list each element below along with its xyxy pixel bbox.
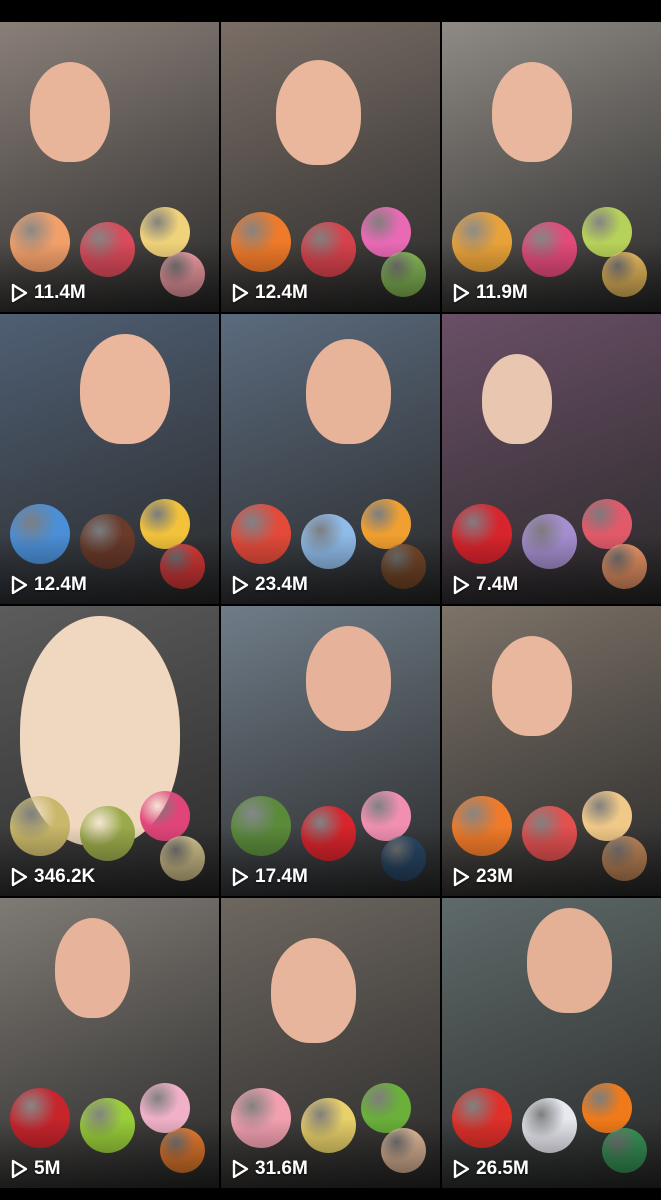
play-icon	[10, 867, 28, 887]
thumbnail-person	[276, 60, 361, 165]
view-count-label: 346.2K	[34, 866, 96, 887]
play-icon	[452, 575, 470, 595]
play-icon	[452, 283, 470, 303]
view-count: 346.2K	[10, 866, 95, 888]
video-tile[interactable]: 11.4M	[0, 22, 219, 312]
play-icon	[231, 1159, 249, 1179]
view-count: 12.4M	[10, 574, 87, 596]
view-count-label: 7.4M	[476, 574, 519, 595]
video-tile[interactable]: 26.5M	[442, 898, 661, 1188]
play-icon	[10, 1159, 28, 1179]
thumbnail-person	[55, 918, 130, 1018]
play-icon	[231, 283, 249, 303]
view-count: 31.6M	[231, 1158, 308, 1180]
video-tile[interactable]: 7.4M	[442, 314, 661, 604]
view-count: 5M	[10, 1158, 60, 1180]
video-tile[interactable]: 346.2K	[0, 606, 219, 896]
play-icon	[452, 1159, 470, 1179]
view-count: 23.4M	[231, 574, 308, 596]
thumbnail-person	[271, 938, 356, 1043]
view-count-label: 11.9M	[476, 282, 528, 303]
thumbnail-person	[306, 626, 391, 731]
view-count: 12.4M	[231, 282, 308, 304]
view-count: 17.4M	[231, 866, 308, 888]
thumbnail-person	[492, 62, 572, 162]
view-count-label: 31.6M	[255, 1158, 308, 1179]
video-tile[interactable]: 11.9M	[442, 22, 661, 312]
thumbnail-person	[482, 354, 552, 444]
view-count-label: 26.5M	[476, 1158, 529, 1179]
view-count: 11.9M	[452, 282, 528, 304]
view-count-label: 12.4M	[255, 282, 308, 303]
thumbnail-person	[80, 334, 170, 444]
thumbnail-person	[492, 636, 572, 736]
video-tile[interactable]: 23M	[442, 606, 661, 896]
top-bar	[0, 0, 661, 22]
thumbnail-person	[527, 908, 612, 1013]
video-tile[interactable]: 5M	[0, 898, 219, 1188]
view-count-label: 17.4M	[255, 866, 308, 887]
view-count-label: 23M	[476, 866, 513, 887]
thumbnail-person	[306, 339, 391, 444]
play-icon	[231, 575, 249, 595]
video-tile[interactable]: 17.4M	[221, 606, 440, 896]
video-tile[interactable]: 12.4M	[0, 314, 219, 604]
play-icon	[10, 575, 28, 595]
play-icon	[231, 867, 249, 887]
play-icon	[10, 283, 28, 303]
video-grid: 11.4M 12.4M 11.9M 12.4M 23.4M 7.4M 346.2…	[0, 22, 661, 1188]
view-count-label: 11.4M	[34, 282, 86, 303]
view-count-label: 23.4M	[255, 574, 308, 595]
thumbnail-person	[30, 62, 110, 162]
view-count: 26.5M	[452, 1158, 529, 1180]
view-count: 23M	[452, 866, 513, 888]
view-count: 7.4M	[452, 574, 518, 596]
view-count-label: 12.4M	[34, 574, 87, 595]
play-icon	[452, 867, 470, 887]
view-count: 11.4M	[10, 282, 86, 304]
video-tile[interactable]: 23.4M	[221, 314, 440, 604]
video-tile[interactable]: 12.4M	[221, 22, 440, 312]
video-tile[interactable]: 31.6M	[221, 898, 440, 1188]
view-count-label: 5M	[34, 1158, 61, 1179]
